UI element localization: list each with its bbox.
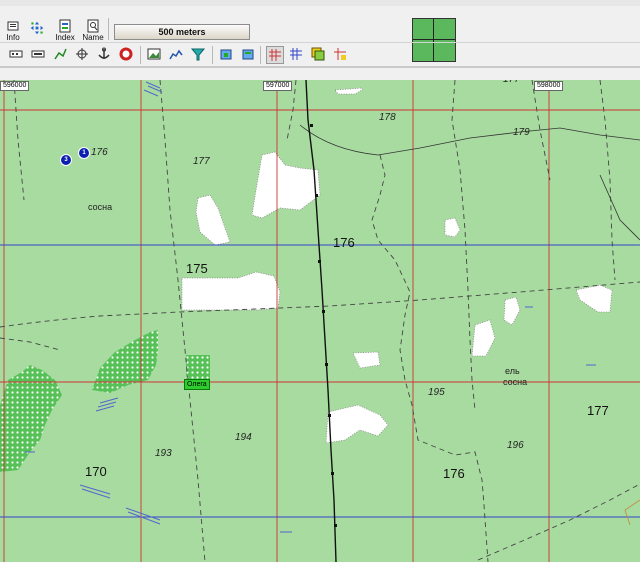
lifebuoy-button[interactable] xyxy=(118,46,134,62)
map-view[interactable]: 596000 597000 598000 176 177 178 179 177… xyxy=(0,80,640,562)
route-icon xyxy=(53,47,67,61)
elevation-profile-icon xyxy=(169,47,183,61)
name-button-label: Name xyxy=(82,32,104,42)
contour-line xyxy=(624,499,640,526)
vegetation-label: сосна xyxy=(503,377,528,387)
forest-patch xyxy=(92,330,158,393)
grid-coords-alt-icon xyxy=(31,47,45,61)
row-divider xyxy=(0,42,640,43)
grid-coord-label: 597000 xyxy=(263,81,293,91)
clearings xyxy=(181,87,613,444)
grid-blue-button[interactable] xyxy=(288,46,304,62)
elevation-label: 177 xyxy=(587,403,609,418)
title-strip xyxy=(0,0,640,6)
elevation-label: 193 xyxy=(155,448,172,459)
vegetation-label: сосна xyxy=(88,202,113,212)
elevation-label: 177 xyxy=(193,156,210,167)
layer-edit-button[interactable] xyxy=(240,46,256,62)
tiles-icon xyxy=(333,47,347,61)
toolbar-separator xyxy=(260,46,261,64)
name-button[interactable]: Name xyxy=(82,18,104,42)
grid-red-icon xyxy=(268,48,282,62)
elevation-label: 194 xyxy=(235,432,252,443)
layer-add-icon xyxy=(219,47,233,61)
target-button[interactable] xyxy=(74,46,90,62)
elevation-label: 195 xyxy=(428,387,445,398)
anchor-icon xyxy=(97,47,111,61)
pan-button[interactable] xyxy=(26,16,48,40)
toolbar: Info Index Name 500 meters xyxy=(0,0,640,80)
toolbar-separator xyxy=(212,46,213,64)
photo-button[interactable] xyxy=(146,46,162,62)
elevation-label: 176 xyxy=(91,147,108,158)
vegetation-label: ель xyxy=(505,366,520,376)
elevation-label: 178 xyxy=(379,112,396,123)
elevation-label: 176 xyxy=(333,235,355,250)
elevation-label: 176 xyxy=(443,466,465,481)
filter-button[interactable] xyxy=(190,46,206,62)
grid-layer-button[interactable] xyxy=(266,46,284,64)
name-search-icon xyxy=(86,19,100,33)
layers-icon xyxy=(311,47,325,61)
grid-blue-icon xyxy=(289,47,303,61)
picture-icon xyxy=(147,47,161,61)
elevation-label: 179 xyxy=(513,127,530,138)
route-button[interactable] xyxy=(52,46,68,62)
trail xyxy=(477,483,640,561)
anchor-button[interactable] xyxy=(96,46,112,62)
toolbar-border xyxy=(0,66,640,68)
index-button-label: Index xyxy=(55,32,75,42)
info-icon xyxy=(6,19,20,33)
coord-grid-alt-button[interactable] xyxy=(30,46,46,62)
info-button[interactable]: Info xyxy=(4,18,22,42)
overview-minimap[interactable] xyxy=(412,18,456,62)
map-marker[interactable]: 1 xyxy=(78,147,90,159)
index-button[interactable]: Index xyxy=(54,18,76,42)
grid-coord-label: 596000 xyxy=(0,81,30,91)
lifebuoy-icon xyxy=(119,47,133,61)
map-marker[interactable]: 3 xyxy=(60,154,72,166)
contour-line xyxy=(599,174,640,241)
toolbar-separator xyxy=(140,46,141,64)
elevation-label: 177 xyxy=(503,80,520,85)
layer-edit-icon xyxy=(241,47,255,61)
contour-line xyxy=(299,124,640,156)
layer-add-button[interactable] xyxy=(218,46,234,62)
coord-grid-button[interactable] xyxy=(8,46,24,62)
waypoint-label[interactable]: Олега xyxy=(184,379,210,390)
elevation-label: 175 xyxy=(186,261,208,276)
info-button-label: Info xyxy=(6,32,20,42)
grid-coords-icon xyxy=(9,47,23,61)
crosshair-icon xyxy=(75,47,89,61)
elevation-label: 196 xyxy=(507,440,524,451)
move-arrows-icon xyxy=(30,21,44,35)
layers-button[interactable] xyxy=(310,46,326,62)
grid-coord-label: 598000 xyxy=(534,81,564,91)
scale-button[interactable]: 500 meters xyxy=(114,24,250,40)
index-icon xyxy=(58,19,72,33)
elevation-label: 170 xyxy=(85,464,107,479)
road xyxy=(305,80,337,562)
filter-icon xyxy=(191,47,205,61)
toolbar-separator xyxy=(108,18,109,40)
profile-button[interactable] xyxy=(168,46,184,62)
tiles-button[interactable] xyxy=(332,46,348,62)
forest-patch xyxy=(0,365,62,472)
